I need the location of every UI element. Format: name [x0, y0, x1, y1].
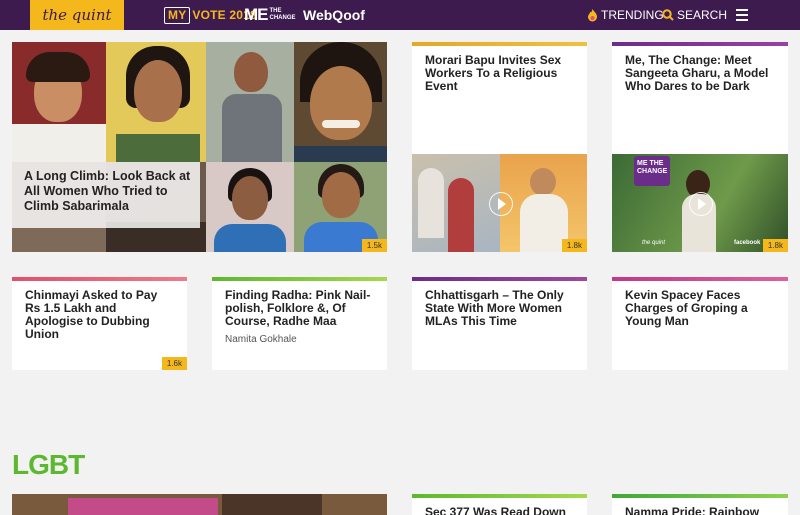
section-title-lgbt[interactable]: LGBT	[12, 449, 85, 481]
thumb-brand-facebook: facebook	[734, 240, 761, 246]
card-title: Chinmayi Asked to Pay Rs 1.5 Lakh and Ap…	[25, 288, 158, 341]
story-card-kevin-spacey[interactable]: Kevin Spacey Faces Charges of Groping a …	[612, 277, 788, 370]
hero-count-badge: 1.5k	[361, 239, 387, 252]
hero-photo-2	[106, 42, 206, 162]
card-thumbnail	[412, 154, 587, 252]
hero-photo-7	[206, 162, 294, 252]
hero-story[interactable]: A Long Climb: Look Back at All Women Who…	[12, 42, 387, 252]
lgbt-hero-story[interactable]	[12, 494, 387, 515]
card-title: Finding Radha: Pink Nail-polish, Folklor…	[225, 288, 371, 328]
nav-search[interactable]: SEARCH	[662, 7, 727, 23]
story-card-morari-bapu[interactable]: Morari Bapu Invites Sex Workers To a Rel…	[412, 42, 587, 252]
flame-icon	[588, 8, 597, 21]
story-card-chhattisgarh[interactable]: Chhattisgarh – The Only State With More …	[412, 277, 587, 370]
nav-search-label: SEARCH	[677, 8, 728, 22]
nav-me-big: ME	[244, 5, 268, 24]
card-thumbnail: ME THE CHANGE the quint facebook	[612, 154, 788, 252]
story-card-namma-pride[interactable]: Namma Pride: Rainbow	[612, 494, 788, 515]
nav-trending[interactable]: TRENDING	[587, 7, 664, 23]
lgbt-hero-banner	[68, 498, 218, 515]
play-icon[interactable]	[488, 192, 513, 216]
story-card-finding-radha[interactable]: Finding Radha: Pink Nail-polish, Folklor…	[212, 277, 387, 370]
card-title: Chhattisgarh – The Only State With More …	[425, 288, 564, 328]
me-the-change-badge: ME THE CHANGE	[634, 156, 670, 186]
hero-photo-1	[12, 42, 106, 162]
hero-photo-4	[294, 42, 387, 162]
card-title: Kevin Spacey Faces Charges of Groping a …	[625, 288, 748, 328]
hero-photo-3	[206, 42, 294, 162]
hamburger-menu-icon[interactable]	[736, 9, 748, 21]
nav-me-small: THE CHANGE	[270, 8, 296, 22]
nav-trending-label: TRENDING	[601, 8, 664, 22]
card-count-badge: 1.6k	[161, 357, 187, 370]
thumb-brand-quint: the quint	[642, 240, 666, 246]
hero-title[interactable]: A Long Climb: Look Back at All Women Who…	[24, 169, 194, 214]
play-icon[interactable]	[689, 192, 713, 216]
card-title: Me, The Change: Meet Sangeeta Gharu, a M…	[625, 53, 769, 93]
nav-me-small-1: THE	[269, 8, 282, 14]
story-card-chinmayi[interactable]: Chinmayi Asked to Pay Rs 1.5 Lakh and Ap…	[12, 277, 187, 370]
nav-me-small-2: CHANGE	[269, 15, 296, 21]
nav-my-vote-2018[interactable]: MY VOTE 2018	[164, 5, 257, 25]
card-count-badge: 1.8k	[762, 239, 788, 252]
lgbt-hero-photo-part	[222, 494, 322, 515]
card-title: Morari Bapu Invites Sex Workers To a Rel…	[425, 53, 562, 93]
card-count-badge: 1.8k	[561, 239, 587, 252]
story-card-me-the-change[interactable]: Me, The Change: Meet Sangeeta Gharu, a M…	[612, 42, 788, 252]
card-title: Sec 377 Was Read Down in	[425, 505, 566, 515]
search-icon	[662, 9, 674, 21]
top-navbar: the quint MY VOTE 2018 ME THE CHANGE Web…	[0, 0, 800, 30]
site-logo[interactable]: the quint	[30, 0, 124, 30]
card-author[interactable]: Namita Gokhale	[212, 328, 387, 345]
story-card-sec-377[interactable]: Sec 377 Was Read Down in	[412, 494, 587, 515]
nav-vote-box: MY	[164, 6, 191, 24]
nav-webqoof[interactable]: WebQoof	[303, 5, 365, 25]
card-title: Namma Pride: Rainbow	[625, 505, 760, 515]
nav-me-the-change[interactable]: ME THE CHANGE	[244, 4, 296, 26]
